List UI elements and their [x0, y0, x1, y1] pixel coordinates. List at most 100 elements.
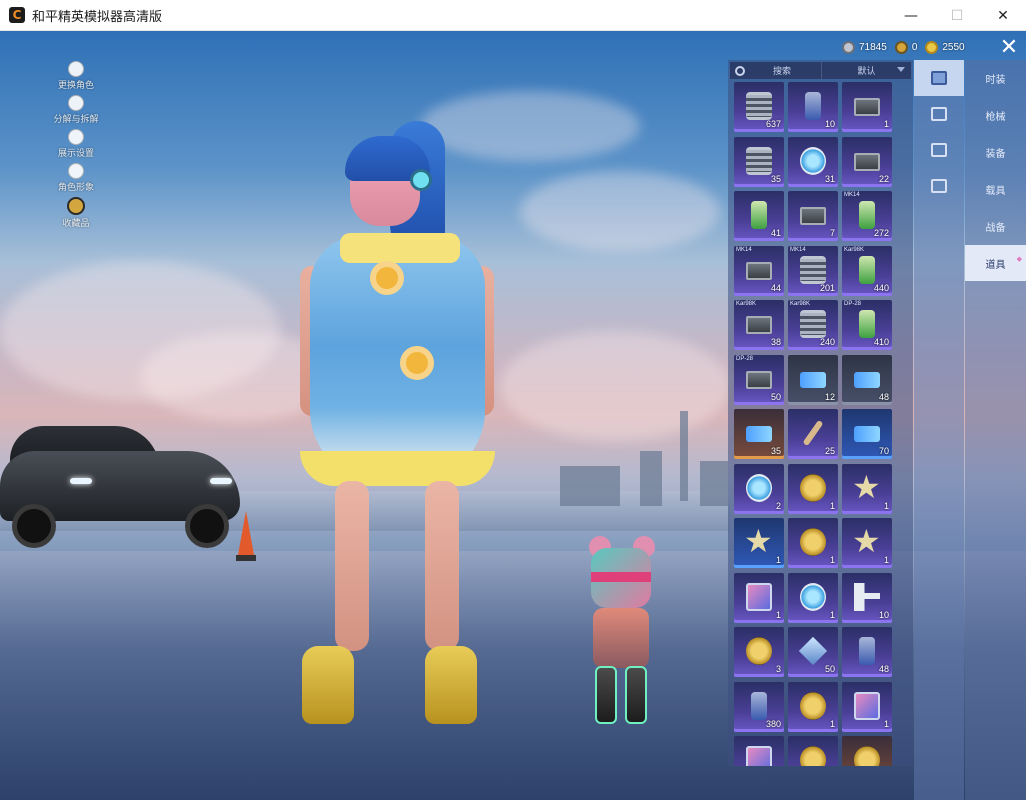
- character-leg: [335, 481, 369, 651]
- inventory-slot[interactable]: 35: [734, 409, 784, 459]
- slot-count: 25: [824, 446, 835, 456]
- category-tab[interactable]: [914, 132, 964, 168]
- inventory-slot[interactable]: [788, 736, 838, 766]
- inventory-slot[interactable]: 25: [788, 409, 838, 459]
- inventory-slot[interactable]: MK14 201: [788, 245, 838, 296]
- spring-icon: [800, 255, 826, 284]
- diamond-icon: [798, 636, 828, 666]
- inventory-slot[interactable]: 2: [734, 463, 784, 514]
- inventory-slot[interactable]: 22: [842, 136, 892, 187]
- silver-coin-icon: [842, 40, 855, 54]
- category-tab[interactable]: [914, 60, 964, 96]
- inventory-slot[interactable]: 1: [842, 82, 892, 132]
- slot-weapon-tag: Kar98K: [844, 246, 865, 253]
- category-tab[interactable]: [914, 96, 964, 132]
- category-tabs: [914, 60, 964, 800]
- inventory-slot[interactable]: Kar98K 240: [788, 300, 838, 350]
- minimize-button[interactable]: —: [888, 0, 934, 31]
- category-tab[interactable]: [914, 168, 964, 204]
- currency-value: 2550: [942, 41, 965, 53]
- crate-icon: [854, 152, 880, 171]
- inventory-slot[interactable]: Kar98K 38: [734, 300, 784, 350]
- slot-count: 380: [765, 718, 781, 729]
- slot-count: 272: [873, 228, 889, 238]
- left-menu-item-change-character[interactable]: 更换角色: [46, 61, 106, 91]
- type-tab[interactable]: 道具: [965, 245, 1026, 281]
- inventory-slot[interactable]: 1: [734, 572, 784, 623]
- currency-bar: 71845 0 2550: [842, 39, 973, 55]
- gold-token-icon: [894, 40, 908, 54]
- inventory-slot[interactable]: DP-28 50: [734, 354, 784, 405]
- sort-dropdown[interactable]: 默认: [822, 62, 911, 79]
- slot-count: 31: [824, 173, 835, 184]
- inventory-slot[interactable]: 10: [842, 572, 892, 623]
- inventory-slot[interactable]: 1: [788, 572, 838, 623]
- inventory-slot[interactable]: 1: [842, 518, 892, 568]
- type-tab[interactable]: 装备: [965, 134, 1026, 170]
- left-menu-item-display[interactable]: 展示设置: [46, 129, 106, 159]
- slot-count: 10: [824, 119, 835, 129]
- card-icon: [746, 746, 772, 766]
- inventory-slot[interactable]: 3: [734, 627, 784, 677]
- left-menu-item-appearance[interactable]: 角色形象: [46, 163, 106, 193]
- left-menu-label: 分解与拆解: [53, 114, 99, 124]
- left-menu-label: 收藏品: [62, 218, 90, 228]
- inventory-slot[interactable]: [734, 736, 784, 766]
- slot-count: 410: [873, 337, 889, 347]
- inventory-slot[interactable]: 10: [788, 82, 838, 132]
- traffic-cone: [236, 511, 256, 561]
- inventory-slot[interactable]: 1: [788, 463, 838, 514]
- app-logo-letter: C: [12, 8, 22, 22]
- slot-count: 3: [775, 664, 781, 674]
- inventory-slot[interactable]: 1: [734, 518, 784, 568]
- inventory-slot[interactable]: 31: [788, 136, 838, 187]
- gold-boot: [302, 646, 354, 724]
- inventory-slot[interactable]: 35: [734, 136, 784, 187]
- inventory-slot[interactable]: 7: [788, 191, 838, 241]
- sports-car: [0, 426, 240, 556]
- coin-icon: [800, 528, 826, 556]
- slot-count: 44: [770, 282, 781, 293]
- maximize-button[interactable]: ☐: [934, 0, 980, 31]
- player-character[interactable]: [290, 121, 510, 731]
- inventory-slot[interactable]: 1: [842, 681, 892, 732]
- left-menu-item-decompose[interactable]: 分解与拆解: [46, 95, 106, 125]
- left-menu: 更换角色 分解与拆解 展示设置 角色形象 收藏品: [46, 61, 106, 233]
- dress-frill: [300, 451, 495, 486]
- type-tab[interactable]: 时装: [965, 60, 1026, 96]
- inventory-slot[interactable]: 41: [734, 191, 784, 241]
- inventory-slot[interactable]: DP-28 410: [842, 300, 892, 350]
- type-tab[interactable]: 载具: [965, 171, 1026, 207]
- slot-count: 50: [770, 391, 781, 402]
- close-icon[interactable]: ✕: [996, 35, 1022, 61]
- bear-figurine[interactable]: [585, 536, 657, 736]
- left-menu-label: 更换角色: [57, 80, 94, 90]
- inventory-slot[interactable]: 50: [788, 627, 838, 677]
- inventory-slot[interactable]: 1: [842, 463, 892, 514]
- type-tab[interactable]: 枪械: [965, 97, 1026, 133]
- inventory-slot[interactable]: 70: [842, 409, 892, 459]
- inventory-slot[interactable]: [842, 736, 892, 766]
- inventory-slot[interactable]: 48: [842, 627, 892, 677]
- inventory-slot[interactable]: 12: [788, 354, 838, 405]
- bear-body: [593, 608, 649, 668]
- game-viewport[interactable]: 更换角色 分解与拆解 展示设置 角色形象 收藏品 71845 0 2550 ✕ …: [0, 31, 1026, 800]
- inventory-slot[interactable]: MK14 44: [734, 245, 784, 296]
- ticket-icon: [800, 371, 826, 388]
- inventory-slot[interactable]: 380: [734, 681, 784, 732]
- crate-icon: [854, 98, 880, 116]
- inventory-slot[interactable]: 1: [788, 518, 838, 568]
- search-input[interactable]: 搜索: [730, 62, 822, 79]
- left-menu-item-collection[interactable]: 收藏品: [46, 197, 106, 229]
- ticket-icon: [746, 426, 772, 442]
- inventory-slot[interactable]: 1: [788, 681, 838, 732]
- inventory-slot[interactable]: MK14 272: [842, 191, 892, 241]
- inventory-slot[interactable]: Kar98K 440: [842, 245, 892, 296]
- type-tab[interactable]: 战备: [965, 208, 1026, 244]
- slot-weapon-tag: Kar98K: [790, 301, 811, 307]
- window-close-button[interactable]: ✕: [980, 0, 1026, 31]
- inventory-slot[interactable]: 48: [842, 354, 892, 405]
- inventory-slot[interactable]: 637: [734, 82, 784, 132]
- sparkle-icon: [931, 143, 947, 157]
- search-label: 搜索: [773, 66, 792, 76]
